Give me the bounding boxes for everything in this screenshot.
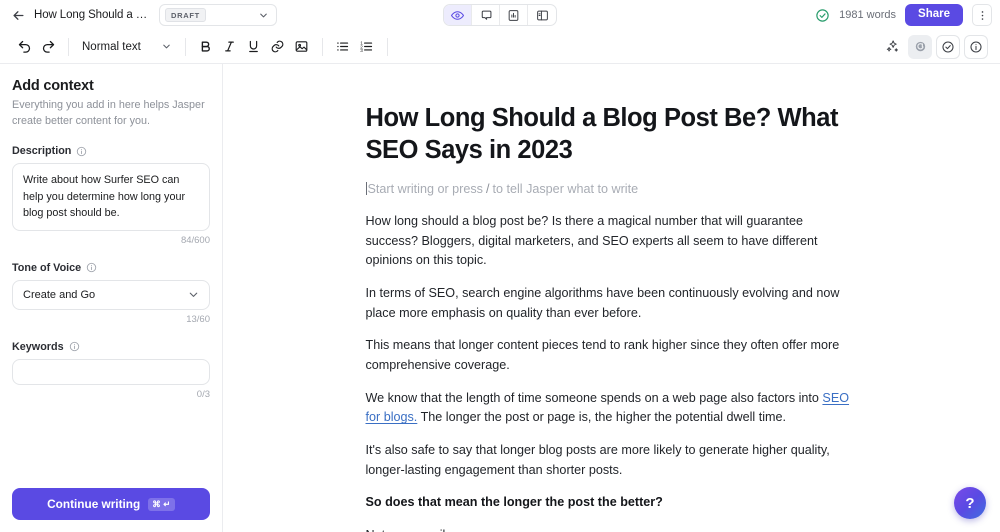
status-badge: DRAFT xyxy=(165,7,206,23)
editor-placeholder-line[interactable]: Start writing or press / to tell Jasper wh… xyxy=(365,180,858,199)
tone-of-voice-label: Tone of Voice xyxy=(12,261,82,274)
document-editor[interactable]: How Long Should a Blog Post Be? What SEO… xyxy=(223,64,1000,532)
saved-check-circle-icon xyxy=(815,8,830,23)
chevron-down-icon xyxy=(161,41,172,52)
document-paragraph-bold[interactable]: So does that mean the longer the post th… xyxy=(366,493,858,513)
chevron-down-icon xyxy=(187,288,200,301)
formatting-toolbar: Normal text 123 xyxy=(0,30,1000,64)
sidebar-title: Add context xyxy=(12,78,94,94)
paragraph-text-before-link: We know that the length of time someone … xyxy=(365,390,823,405)
document-page[interactable]: How Long Should a Blog Post Be? What SEO… xyxy=(365,64,858,532)
tone-of-voice-field: Tone of Voice Create and Go 13/60 xyxy=(12,262,210,325)
description-label-row: Description xyxy=(12,145,210,157)
keywords-field: Keywords 0/3 xyxy=(12,341,210,400)
check-circle-icon[interactable] xyxy=(936,34,960,59)
link-icon[interactable] xyxy=(266,35,290,59)
placeholder-prefix: Start writing or press xyxy=(367,182,483,197)
document-paragraph-with-link[interactable]: We know that the length of time someone … xyxy=(366,389,858,428)
tone-of-voice-value: Create and Go xyxy=(23,288,96,301)
redo-icon[interactable] xyxy=(36,35,60,59)
ai-sparkles-icon[interactable] xyxy=(880,35,904,59)
word-count: 1981 words xyxy=(839,9,897,21)
document-paragraph[interactable]: In terms of SEO, search engine algorithm… xyxy=(366,284,858,323)
description-input[interactable]: Write about how Surfer SEO can help you … xyxy=(12,163,210,231)
surfer-plugin-circle-icon[interactable] xyxy=(908,34,932,59)
context-sidebar: Add context Everything you add in here h… xyxy=(0,64,223,532)
share-button[interactable]: Share xyxy=(905,4,963,26)
text-style-label: Normal text xyxy=(82,40,141,53)
bold-button[interactable] xyxy=(194,35,218,59)
view-mode-comment-icon[interactable] xyxy=(472,5,500,25)
view-mode-chart-panel-icon[interactable] xyxy=(500,5,528,25)
placeholder-suffix: to tell Jasper what to write xyxy=(492,182,639,197)
undo-icon[interactable] xyxy=(12,35,36,59)
toolbar-divider xyxy=(321,37,323,56)
document-status-dropdown[interactable]: DRAFT xyxy=(159,4,277,26)
view-mode-sidebar-layout-icon[interactable] xyxy=(528,5,556,25)
description-counter: 84/600 xyxy=(180,234,210,246)
more-options-kebab-icon[interactable] xyxy=(972,4,992,26)
document-paragraph[interactable]: This means that longer content pieces te… xyxy=(366,336,858,375)
shortcut-modifier-key: ⌘ xyxy=(152,498,162,509)
numbered-list-icon[interactable]: 123 xyxy=(355,35,379,59)
continue-writing-button[interactable]: Continue writing ⌘ ↵ xyxy=(12,488,210,520)
italic-button[interactable] xyxy=(218,35,242,59)
view-mode-segmented-control xyxy=(443,4,557,26)
text-style-dropdown[interactable]: Normal text xyxy=(77,35,177,59)
top-bar: How Long Should a Bl... DRAFT 1981 words… xyxy=(0,0,1000,30)
info-icon[interactable] xyxy=(76,146,87,157)
formatting-toolbar-right xyxy=(880,34,988,59)
toolbar-divider xyxy=(386,37,388,56)
shortcut-enter-key: ↵ xyxy=(163,498,171,509)
paragraph-text-after-link: The longer the post or page is, the high… xyxy=(417,410,787,425)
text-caret xyxy=(365,182,367,196)
info-circle-icon[interactable] xyxy=(964,34,988,59)
continue-writing-label: Continue writing xyxy=(47,497,141,511)
bullet-list-icon[interactable] xyxy=(331,35,355,59)
chevron-down-icon xyxy=(258,10,269,21)
underline-button[interactable] xyxy=(242,35,266,59)
back-arrow-icon[interactable] xyxy=(8,5,28,25)
keywords-input[interactable] xyxy=(12,358,210,385)
document-title[interactable]: How Long Should a Bl... xyxy=(34,9,149,21)
document-paragraph[interactable]: Not necessarily. xyxy=(366,526,858,532)
continue-writing-area: Continue writing ⌘ ↵ xyxy=(12,488,210,532)
top-bar-right: 1981 words Share xyxy=(815,4,992,26)
keywords-label: Keywords xyxy=(12,340,64,353)
view-mode-switcher xyxy=(443,4,557,26)
svg-text:3: 3 xyxy=(361,48,364,53)
info-icon[interactable] xyxy=(86,262,97,273)
info-icon[interactable] xyxy=(69,341,80,352)
document-paragraph[interactable]: It's also safe to say that longer blog p… xyxy=(366,441,858,480)
help-question-mark-icon[interactable]: ? xyxy=(954,487,986,519)
keywords-label-row: Keywords xyxy=(12,341,210,353)
document-paragraph[interactable]: How long should a blog post be? Is there… xyxy=(366,212,858,271)
tone-of-voice-select[interactable]: Create and Go xyxy=(12,279,210,310)
tone-label-row: Tone of Voice xyxy=(12,262,210,274)
view-mode-preview-eye-icon[interactable] xyxy=(444,5,472,25)
description-field: Description Write about how Surfer SEO c… xyxy=(12,145,210,246)
document-heading[interactable]: How Long Should a Blog Post Be? What SEO… xyxy=(366,102,858,166)
tone-of-voice-counter: 13/60 xyxy=(186,313,210,325)
top-bar-left: How Long Should a Bl... DRAFT xyxy=(8,4,277,26)
description-label: Description xyxy=(12,145,72,158)
keyboard-shortcut-badge: ⌘ ↵ xyxy=(148,497,175,511)
sidebar-subtitle: Everything you add in here helps Jasper … xyxy=(12,99,205,127)
toolbar-divider xyxy=(68,37,69,56)
main-body: Add context Everything you add in here h… xyxy=(0,64,1000,532)
toolbar-divider xyxy=(184,37,186,56)
keywords-counter: 0/3 xyxy=(196,388,210,400)
jasper-editor-app: How Long Should a Bl... DRAFT 1981 words… xyxy=(0,0,1000,532)
image-icon[interactable] xyxy=(290,35,314,59)
